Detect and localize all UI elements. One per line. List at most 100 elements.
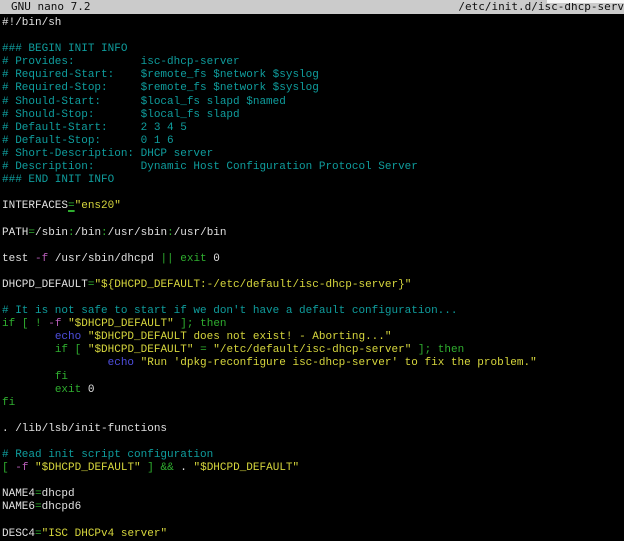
code-token[interactable]: /sbin bbox=[35, 227, 68, 239]
code-token[interactable]: NAME4 bbox=[2, 488, 35, 500]
code-token[interactable]: /usr/sbin bbox=[108, 227, 167, 239]
code-token[interactable]: then bbox=[200, 318, 226, 330]
code-token[interactable]: ] bbox=[147, 462, 154, 474]
code-token[interactable]: = bbox=[35, 528, 42, 540]
code-token[interactable]: # It is not safe to start if we don't ha… bbox=[2, 305, 457, 317]
code-token[interactable]: if bbox=[55, 344, 68, 356]
code-token[interactable]: ! bbox=[35, 318, 42, 330]
code-line[interactable]: echo "Run 'dpkg-reconfigure isc-dhcp-ser… bbox=[2, 357, 624, 370]
code-line[interactable] bbox=[2, 240, 624, 253]
code-token[interactable] bbox=[134, 357, 141, 369]
code-token[interactable]: ] bbox=[418, 344, 425, 356]
code-token[interactable]: . bbox=[174, 462, 194, 474]
code-token[interactable]: "/etc/default/isc-dhcp-server" bbox=[213, 344, 411, 356]
code-line[interactable]: fi bbox=[2, 371, 624, 384]
code-line[interactable]: if [ ! -f "$DHCPD_DEFAULT" ]; then bbox=[2, 318, 624, 331]
code-token[interactable]: echo bbox=[108, 357, 134, 369]
code-token[interactable] bbox=[68, 344, 75, 356]
code-token[interactable]: # Should-Stop: $local_fs slapd bbox=[2, 109, 240, 121]
code-token[interactable]: ; bbox=[187, 318, 194, 330]
code-token[interactable] bbox=[15, 318, 22, 330]
code-line[interactable]: # Short-Description: DHCP server bbox=[2, 148, 624, 161]
code-line[interactable] bbox=[2, 187, 624, 200]
code-token[interactable]: #!/bin/sh bbox=[2, 17, 61, 29]
code-line[interactable]: ### BEGIN INIT INFO bbox=[2, 43, 624, 56]
code-token[interactable]: -f bbox=[35, 253, 48, 265]
code-token[interactable]: "ISC DHCPv4 server" bbox=[42, 528, 167, 540]
code-token[interactable] bbox=[81, 331, 88, 343]
code-token[interactable]: PATH bbox=[2, 227, 28, 239]
code-token[interactable]: # Short-Description: DHCP server bbox=[2, 148, 213, 160]
code-token[interactable]: "$DHCPD_DEFAULT does not exist! - Aborti… bbox=[88, 331, 392, 343]
code-line[interactable] bbox=[2, 410, 624, 423]
code-token[interactable]: "$DHCPD_DEFAULT" bbox=[194, 462, 300, 474]
code-line[interactable]: test -f /usr/sbin/dhcpd || exit 0 bbox=[2, 253, 624, 266]
code-token[interactable] bbox=[2, 331, 55, 343]
code-line[interactable]: # Description: Dynamic Host Configuratio… bbox=[2, 161, 624, 174]
code-token[interactable]: dhcpd bbox=[42, 488, 75, 500]
code-token[interactable] bbox=[411, 344, 418, 356]
code-token[interactable]: "ens20" bbox=[75, 200, 121, 212]
code-token[interactable]: # Required-Start: $remote_fs $network $s… bbox=[2, 69, 319, 81]
code-token[interactable]: : bbox=[101, 227, 108, 239]
code-token[interactable]: || bbox=[160, 253, 173, 265]
code-token[interactable]: ### END INIT INFO bbox=[2, 174, 114, 186]
code-token[interactable] bbox=[2, 344, 55, 356]
code-token[interactable]: # Description: Dynamic Host Configuratio… bbox=[2, 161, 418, 173]
code-line[interactable]: INTERFACES="ens20" bbox=[2, 200, 624, 213]
code-line[interactable] bbox=[2, 515, 624, 528]
code-line[interactable]: exit 0 bbox=[2, 384, 624, 397]
code-line[interactable]: echo "$DHCPD_DEFAULT does not exist! - A… bbox=[2, 331, 624, 344]
code-token[interactable]: INTERFACES bbox=[2, 200, 68, 212]
code-token[interactable]: && bbox=[160, 462, 173, 474]
code-line[interactable]: # Should-Stop: $local_fs slapd bbox=[2, 109, 624, 122]
code-line[interactable]: # It is not safe to start if we don't ha… bbox=[2, 305, 624, 318]
code-token[interactable]: -f bbox=[48, 318, 61, 330]
code-token[interactable]: exit bbox=[55, 384, 81, 396]
code-token[interactable]: dhcpd6 bbox=[42, 501, 82, 513]
code-token[interactable]: ] bbox=[180, 318, 187, 330]
code-token[interactable]: # Should-Start: $local_fs slapd $named bbox=[2, 96, 286, 108]
code-token[interactable]: ### BEGIN INIT INFO bbox=[2, 43, 127, 55]
code-token[interactable]: = bbox=[35, 501, 42, 513]
code-token[interactable]: exit bbox=[180, 253, 206, 265]
code-token[interactable]: NAME6 bbox=[2, 501, 35, 513]
code-token[interactable] bbox=[81, 344, 88, 356]
code-token[interactable]: then bbox=[438, 344, 464, 356]
code-line[interactable]: DHCPD_DEFAULT="${DHCPD_DEFAULT:-/etc/def… bbox=[2, 279, 624, 292]
code-token[interactable]: = bbox=[35, 488, 42, 500]
code-token[interactable]: # Provides: isc-dhcp-server bbox=[2, 56, 240, 68]
code-line[interactable]: # Default-Stop: 0 1 6 bbox=[2, 135, 624, 148]
code-token[interactable]: "$DHCPD_DEFAULT" bbox=[68, 318, 174, 330]
code-line[interactable]: # Required-Stop: $remote_fs $network $sy… bbox=[2, 82, 624, 95]
code-token[interactable]: /usr/bin bbox=[174, 227, 227, 239]
code-line[interactable]: # Read init script configuration bbox=[2, 449, 624, 462]
code-token[interactable]: "${DHCPD_DEFAULT:-/etc/default/isc-dhcp-… bbox=[94, 279, 411, 291]
code-token[interactable]: DHCPD_DEFAULT bbox=[2, 279, 88, 291]
code-token[interactable]: "Run 'dpkg-reconfigure isc-dhcp-server' … bbox=[141, 357, 537, 369]
code-token[interactable]: if bbox=[2, 318, 15, 330]
code-token[interactable]: : bbox=[167, 227, 174, 239]
code-token[interactable]: "$DHCPD_DEFAULT" bbox=[35, 462, 141, 474]
code-token[interactable]: # Default-Stop: 0 1 6 bbox=[2, 135, 174, 147]
code-line[interactable]: #!/bin/sh bbox=[2, 17, 624, 30]
text-cursor[interactable]: = bbox=[68, 200, 75, 212]
code-token[interactable]: : bbox=[68, 227, 75, 239]
code-token[interactable] bbox=[2, 357, 108, 369]
code-token[interactable] bbox=[2, 384, 55, 396]
code-token[interactable]: "$DHCPD_DEFAULT" bbox=[88, 344, 194, 356]
code-line[interactable]: ### END INIT INFO bbox=[2, 174, 624, 187]
code-line[interactable]: NAME6=dhcpd6 bbox=[2, 501, 624, 514]
code-token[interactable]: # Default-Start: 2 3 4 5 bbox=[2, 122, 187, 134]
code-token[interactable]: 0 bbox=[81, 384, 94, 396]
code-line[interactable]: if [ "$DHCPD_DEFAULT" = "/etc/default/is… bbox=[2, 344, 624, 357]
code-token[interactable]: test bbox=[2, 253, 35, 265]
code-token[interactable]: # Read init script configuration bbox=[2, 449, 213, 461]
code-token[interactable]: # Required-Stop: $remote_fs $network $sy… bbox=[2, 82, 319, 94]
code-line[interactable] bbox=[2, 213, 624, 226]
code-token[interactable]: echo bbox=[55, 331, 81, 343]
code-line[interactable]: # Default-Start: 2 3 4 5 bbox=[2, 122, 624, 135]
code-line[interactable] bbox=[2, 266, 624, 279]
code-token[interactable]: . /lib/lsb/init-functions bbox=[2, 423, 167, 435]
code-token[interactable] bbox=[431, 344, 438, 356]
